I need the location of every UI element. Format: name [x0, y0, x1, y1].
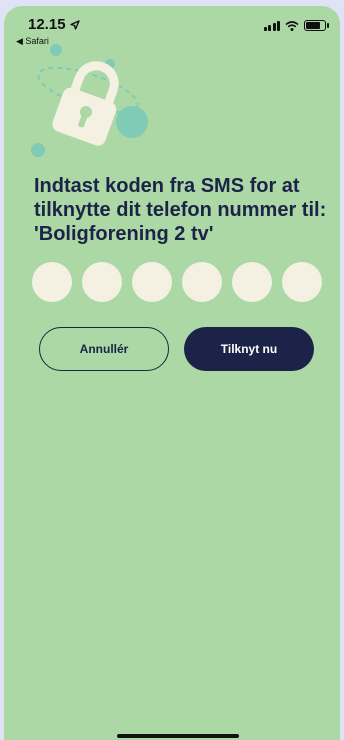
page-title: Indtast koden fra SMS for at tilknytte d… — [34, 175, 327, 245]
code-digit-5[interactable] — [232, 262, 272, 302]
phone-screen: 12.15 ◀ Safari Indtast koden fra SMS for… — [4, 6, 340, 740]
code-digit-3[interactable] — [132, 262, 172, 302]
time-text: 12.15 — [28, 16, 66, 33]
wifi-icon — [285, 20, 299, 31]
system-icons — [263, 20, 329, 31]
sms-code-inputs — [32, 262, 322, 302]
home-indicator[interactable] — [117, 734, 239, 738]
code-digit-2[interactable] — [82, 262, 122, 302]
signal-icon — [263, 20, 280, 31]
code-digit-4[interactable] — [182, 262, 222, 302]
padlock-illustration — [31, 44, 148, 157]
connect-now-button[interactable]: Tilknyt nu — [184, 327, 314, 371]
location-arrow-icon — [70, 20, 80, 30]
status-time: 12.15 — [28, 16, 80, 33]
code-digit-6[interactable] — [282, 262, 322, 302]
battery-icon — [304, 20, 329, 31]
code-digit-1[interactable] — [32, 262, 72, 302]
cancel-button[interactable]: Annullér — [39, 327, 169, 371]
